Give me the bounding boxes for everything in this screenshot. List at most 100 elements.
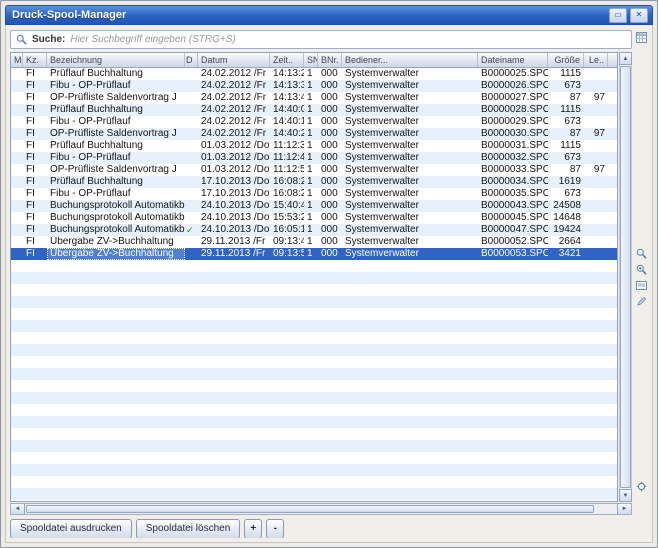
cell-m [11,68,23,80]
column-header-snr[interactable]: SNr [304,53,318,67]
cell-m [11,140,23,152]
cell-le [584,80,608,92]
cell-groesse: 673 [548,80,584,92]
horizontal-scrollbar[interactable]: ◄ ► [10,503,632,515]
cell-datum: 24.10.2013 /Do [198,200,270,212]
spool-row[interactable]: FIFibu - OP-Prüflauf01.03.2012 /Do11:12:… [11,152,617,164]
cell-m [11,116,23,128]
cell-m [11,188,23,200]
hscrollbar-thumb[interactable] [26,505,594,513]
column-header-bediener[interactable]: Bediener... [342,53,478,67]
cell-zeit: 14:40:1 [270,116,304,128]
cell-bezeichnung: Buchungsprotokoll Automatikbuc [47,200,185,212]
cell-groesse: 1115 [548,68,584,80]
scroll-up-button[interactable]: ▲ [619,52,632,65]
scrollbar-thumb[interactable] [620,66,631,488]
cell-le [584,236,608,248]
scroll-down-button[interactable]: ▼ [619,489,632,502]
cell-m [11,236,23,248]
spool-row[interactable]: FIBuchungsprotokoll Automatikbuc✓24.10.2… [11,224,617,236]
column-header-zeit[interactable]: Zeit.. [270,53,304,67]
delete-spool-button[interactable]: Spooldatei löschen [136,519,241,538]
close-button[interactable]: ✕ [630,8,648,23]
druck-spool-manager-window: Druck-Spool-Manager ▭ ✕ Suche: MKz.Bezei… [0,0,658,548]
zoom-in-icon[interactable] [636,264,647,275]
cell-bnr: 000 [318,104,342,116]
cell-bnr: 000 [318,248,342,260]
cell-bediener: Systemverwalter [342,140,478,152]
cell-dateiname: B0000053.SPO [478,248,548,260]
cell-le [584,188,608,200]
spool-row[interactable]: FIPrüflauf Buchhaltung24.02.2012 /Fr14:1… [11,68,617,80]
spool-row[interactable]: FIÜbergabe ZV->Buchhaltung29.11.2013 /Fr… [11,248,617,260]
cell-bnr: 000 [318,140,342,152]
cell-d [185,104,198,116]
spool-row[interactable]: FIBuchungsprotokoll Automatikbuc24.10.20… [11,200,617,212]
cell-zeit: 11:12:5 [270,164,304,176]
cell-bnr: 000 [318,68,342,80]
spool-row[interactable]: FIFibu - OP-Prüflauf17.10.2013 /Do16:08:… [11,188,617,200]
edit-icon[interactable] [636,296,647,307]
cell-zeit: 09:13:5 [270,248,304,260]
cell-dateiname: B0000029.SPO [478,116,548,128]
scroll-left-button[interactable]: ◄ [11,504,25,514]
spool-row[interactable]: FIFibu - OP-Prüflauf24.02.2012 /Fr14:13:… [11,80,617,92]
column-header-le[interactable]: Le.. [584,53,608,67]
cell-le [584,104,608,116]
spool-row[interactable]: FIOP-Prüfliste Saldenvortrag J24.02.2012… [11,92,617,104]
cell-bnr: 000 [318,152,342,164]
minimize-button[interactable]: ▭ [609,8,627,23]
cell-bezeichnung: Buchungsprotokoll Automatikbuc [47,224,185,236]
cell-bnr: 000 [318,164,342,176]
print-spool-button[interactable]: Spooldatei ausdrucken [10,519,132,538]
cell-d [185,212,198,224]
remove-button[interactable]: - [266,519,284,538]
cell-le [584,212,608,224]
cell-bediener: Systemverwalter [342,248,478,260]
cell-datum: 24.02.2012 /Fr [198,128,270,140]
column-header-datum[interactable]: Datum [198,53,270,67]
column-header-groesse[interactable]: Größe [548,53,584,67]
cell-kz: FI [23,176,47,188]
column-header-d[interactable]: D [185,53,198,67]
cell-d [185,80,198,92]
cell-d [185,68,198,80]
scroll-right-button[interactable]: ► [617,504,631,514]
spool-row[interactable]: FIPrüflauf Buchhaltung01.03.2012 /Do11:1… [11,140,617,152]
cell-snr: 1 [304,104,318,116]
cell-le: 97 [584,92,608,104]
column-header-m[interactable]: M [11,53,23,67]
cell-m [11,80,23,92]
spool-row[interactable]: FIPrüflauf Buchhaltung24.02.2012 /Fr14:4… [11,104,617,116]
cell-bediener: Systemverwalter [342,188,478,200]
column-header-bezeichnung[interactable]: Bezeichnung [47,53,185,67]
cell-snr: 1 [304,176,318,188]
cell-kz: FI [23,164,47,176]
add-button[interactable]: + [244,519,262,538]
cell-m [11,176,23,188]
column-header-bnr[interactable]: BNr. [318,53,342,67]
spool-row[interactable]: FIOP-Prüfliste Saldenvortrag J01.03.2012… [11,164,617,176]
scrollbar-track[interactable] [619,65,632,489]
column-header-dateiname[interactable]: Dateiname [478,53,548,67]
hscrollbar-track[interactable] [25,504,617,514]
search-input[interactable] [70,33,626,46]
cell-kz: FI [23,140,47,152]
crosshair-icon[interactable] [636,481,647,492]
cell-bezeichnung: Prüflauf Buchhaltung [47,140,185,152]
vertical-scrollbar[interactable]: ▲ ▼ [619,52,632,502]
column-header-kz[interactable]: Kz. [23,53,47,67]
cell-d [185,188,198,200]
find-icon[interactable] [636,248,647,259]
spool-row[interactable]: FIOP-Prüfliste Saldenvortrag J24.02.2012… [11,128,617,140]
title-bar[interactable]: Druck-Spool-Manager ▭ ✕ [5,5,653,25]
spool-row[interactable]: FIBuchungsprotokoll Automatikbuc24.10.20… [11,212,617,224]
window-title: Druck-Spool-Manager [12,9,606,21]
cell-zeit: 14:13:2 [270,68,304,80]
table-icon[interactable] [636,32,647,43]
spool-row[interactable]: FIPrüflauf Buchhaltung17.10.2013 /Do16:0… [11,176,617,188]
spool-row[interactable]: FIFibu - OP-Prüflauf24.02.2012 /Fr14:40:… [11,116,617,128]
details-icon[interactable] [636,280,647,291]
spool-row[interactable]: FIÜbergabe ZV->Buchhaltung29.11.2013 /Fr… [11,236,617,248]
cell-zeit: 16:05:1 [270,224,304,236]
